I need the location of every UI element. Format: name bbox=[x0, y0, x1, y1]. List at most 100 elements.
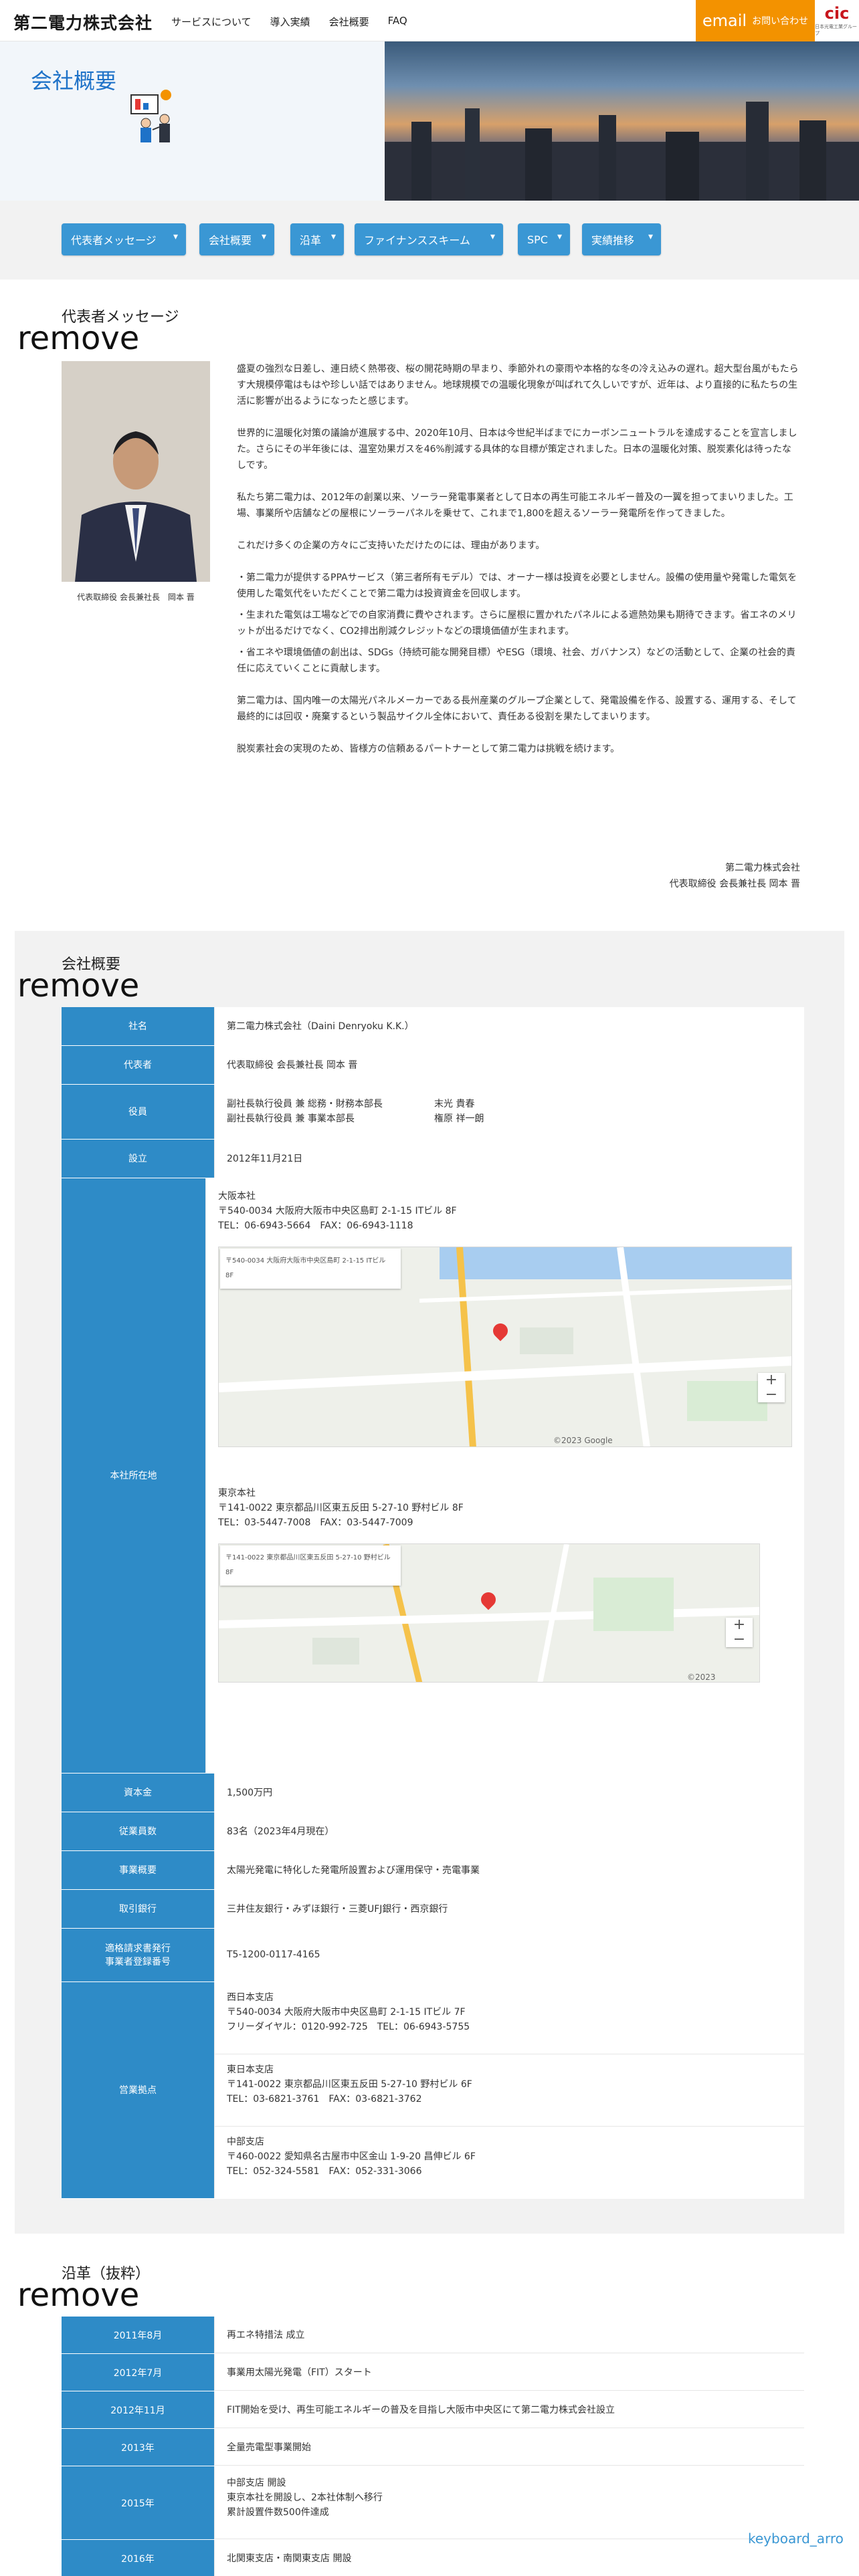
officer-line: 副社長執行役員 兼 総務・財務本部長 末光 貴春 bbox=[227, 1097, 792, 1111]
page-title: 会社概要 bbox=[31, 68, 117, 94]
message-paragraph: 世界的に温暖化対策の議論が進展する中、2020年10月、日本は今世紀半ばまでにカ… bbox=[237, 428, 797, 471]
site-header: 第二電力株式会社 サービスについて 導入実績 会社概要 FAQ email お問… bbox=[0, 0, 859, 41]
tokyo-tel: TEL：03-5447-7008 FAX：03-5447-7009 bbox=[218, 1517, 413, 1528]
row-label: 営業拠点 bbox=[62, 1982, 214, 2198]
history-heading-en: remove bbox=[17, 2276, 140, 2314]
chevron-down-icon: ▾ bbox=[648, 231, 653, 242]
cic-logo[interactable]: cic 日本光電工業グループ bbox=[815, 0, 859, 41]
history-date: 2012年7月 bbox=[62, 2354, 214, 2391]
company-table: 社名 第二電力株式会社（Daini Denryoku K.K.） 代表者 代表取… bbox=[62, 1007, 804, 2199]
row-value: T5-1200-0117-4165 bbox=[214, 1929, 804, 1981]
history-date: 2015年 bbox=[62, 2466, 214, 2539]
row-label: 代表者 bbox=[62, 1046, 214, 1084]
branch-title: 東日本支店 bbox=[227, 2064, 274, 2075]
contact-label: お問い合わせ bbox=[752, 16, 809, 27]
osaka-title: 大阪本社 bbox=[218, 1191, 256, 1202]
tab-history[interactable]: 沿革 ▾ bbox=[290, 223, 344, 255]
ceo-photo bbox=[62, 361, 210, 582]
nav-company[interactable]: 会社概要 bbox=[329, 15, 369, 29]
nav-services[interactable]: サービスについて bbox=[171, 15, 252, 29]
map-place-card[interactable]: 〒141-0022 東京都品川区東五反田 5-27-10 野村ビル 8F bbox=[220, 1545, 401, 1586]
back-to-top-button[interactable]: keyboard_arro bbox=[748, 2531, 844, 2547]
city-skyline-image bbox=[385, 102, 859, 201]
history-line: 東京本社を開設し、2本社体制へ移行 bbox=[227, 2492, 383, 2503]
chevron-down-icon: ▾ bbox=[173, 231, 178, 242]
branch-west: 西日本支店 〒540-0034 大阪府大阪市中央区島町 2-1-15 ITビル … bbox=[215, 1982, 804, 2054]
chevron-down-icon: ▾ bbox=[490, 231, 495, 242]
map-zoom-controls[interactable]: + − bbox=[758, 1373, 785, 1402]
map-attribution: ©2023 bbox=[687, 1673, 716, 1682]
history-date: 2013年 bbox=[62, 2429, 214, 2466]
zoom-out-button[interactable]: − bbox=[758, 1388, 785, 1402]
history-line: 中部支店 開設 bbox=[227, 2478, 286, 2488]
table-row: 2012年11月 FIT開始を受け、再生可能エネルギーの普及を目指し大阪市中央区… bbox=[62, 2391, 804, 2429]
table-row: 2013年 全量売電型事業開始 bbox=[62, 2429, 804, 2466]
branch-title: 西日本支店 bbox=[227, 1992, 274, 2003]
table-row: 従業員数 83名（2023年4月現在） bbox=[62, 1812, 804, 1851]
tab-message[interactable]: 代表者メッセージ ▾ bbox=[62, 223, 186, 255]
tab-spc[interactable]: SPC ▾ bbox=[518, 223, 570, 255]
osaka-map[interactable]: 〒540-0034 大阪府大阪市中央区島町 2-1-15 ITビル 8F + − … bbox=[218, 1247, 792, 1447]
tab-label: 代表者メッセージ bbox=[71, 234, 157, 247]
chevron-down-icon: ▾ bbox=[261, 231, 266, 242]
message-signature: 第二電力株式会社 代表取締役 会長兼社長 岡本 晋 bbox=[670, 860, 800, 892]
map-place-card[interactable]: 〒540-0034 大阪府大阪市中央区島町 2-1-15 ITビル 8F bbox=[220, 1249, 401, 1289]
signature-company: 第二電力株式会社 bbox=[725, 863, 800, 873]
row-value: 太陽光発電に特化した発電所設置および運用保守・売電事業 bbox=[214, 1851, 804, 1889]
table-row: 2015年 中部支店 開設 東京本社を開設し、2本社体制へ移行 累計設置件数50… bbox=[62, 2466, 804, 2540]
contact-button[interactable]: email お問い合わせ bbox=[696, 0, 815, 41]
nav-cases[interactable]: 導入実績 bbox=[270, 15, 310, 29]
table-row: 2011年8月 再エネ特措法 成立 bbox=[62, 2317, 804, 2354]
row-value: 83名（2023年4月現在） bbox=[214, 1812, 804, 1850]
message-paragraph: 私たち第二電力は、2012年の創業以来、ソーラー発電事業者として日本の再生可能エ… bbox=[237, 492, 793, 519]
tab-finance[interactable]: ファイナンススキーム ▾ bbox=[355, 223, 503, 255]
tokyo-map[interactable]: 〒141-0022 東京都品川区東五反田 5-27-10 野村ビル 8F + − … bbox=[218, 1543, 760, 1683]
map-attribution: ©2023 Google bbox=[553, 1436, 613, 1445]
hero-city-photo bbox=[385, 41, 859, 201]
row-label: 適格請求書発行 事業者登録番号 bbox=[62, 1929, 214, 1981]
tab-label: 会社概要 bbox=[209, 234, 252, 247]
tab-label: ファイナンススキーム bbox=[364, 234, 470, 247]
signature-name: 代表取締役 会長兼社長 岡本 晋 bbox=[669, 879, 800, 889]
table-row: 営業拠点 西日本支店 〒540-0034 大阪府大阪市中央区島町 2-1-15 … bbox=[62, 1982, 804, 2199]
message-paragraph: ・第二電力が提供するPPAサービス（第三者所有モデル）では、オーナー様は投資を必… bbox=[237, 572, 797, 599]
history-event: 事業用太陽光発電（FIT）スタート bbox=[214, 2354, 804, 2391]
history-event: FIT開始を受け、再生可能エネルギーの普及を目指し大阪市中央区にて第二電力株式会… bbox=[214, 2391, 804, 2428]
message-paragraph: 脱炭素社会の実現のため、皆様方の信頼あるパートナーとして第二電力は挑戦を続けます… bbox=[237, 744, 620, 754]
officer-title: 副社長執行役員 兼 事業本部長 bbox=[227, 1113, 355, 1124]
global-nav: サービスについて 導入実績 会社概要 FAQ bbox=[171, 15, 407, 29]
tab-overview[interactable]: 会社概要 ▾ bbox=[199, 223, 274, 255]
osaka-tel: TEL：06-6943-5664 FAX：06-6943-1118 bbox=[218, 1220, 413, 1231]
overview-heading-en: remove bbox=[17, 967, 140, 1004]
message-paragraph: 盛夏の強烈な日差し、連日続く熱帯夜、桜の開花時期の早まり、季節外れの豪雨や本格的… bbox=[237, 364, 799, 407]
row-label: 役員 bbox=[62, 1085, 214, 1139]
row-label: 取引銀行 bbox=[62, 1890, 214, 1928]
chevron-down-icon: ▾ bbox=[330, 231, 336, 242]
history-event: 再エネ特措法 成立 bbox=[214, 2317, 804, 2353]
tab-label: 沿革 bbox=[300, 234, 322, 247]
zoom-in-button[interactable]: + bbox=[758, 1373, 785, 1388]
zoom-out-button[interactable]: − bbox=[726, 1632, 753, 1647]
tab-results[interactable]: 実績推移 ▾ bbox=[582, 223, 661, 255]
site-logo[interactable]: 第二電力株式会社 bbox=[13, 10, 153, 34]
branch-address: 〒460-0022 愛知県名古屋市中区金山 1-9-20 昌伸ビル 6F bbox=[227, 2151, 476, 2162]
table-row: 資本金 1,500万円 bbox=[62, 1774, 804, 1812]
zoom-in-button[interactable]: + bbox=[726, 1618, 753, 1632]
cic-sub: 日本光電工業グループ bbox=[815, 23, 857, 36]
row-value: 三井住友銀行・みずほ銀行・三菱UFJ銀行・西京銀行 bbox=[214, 1890, 804, 1928]
message-paragraph: これだけ多くの企業の方々にご支持いただけたのには、理由があります。 bbox=[237, 540, 545, 551]
table-row: 2016年 北関東支店・南関東支店 開設 bbox=[62, 2540, 804, 2576]
row-label: 従業員数 bbox=[62, 1812, 214, 1850]
row-value: 西日本支店 〒540-0034 大阪府大阪市中央区島町 2-1-15 ITビル … bbox=[214, 1982, 804, 2198]
history-line: 累計設置件数500件達成 bbox=[227, 2507, 329, 2518]
history-event: 中部支店 開設 東京本社を開設し、2本社体制へ移行 累計設置件数500件達成 bbox=[214, 2466, 804, 2539]
table-row: 社名 第二電力株式会社（Daini Denryoku K.K.） bbox=[62, 1007, 804, 1046]
officer-name: 末光 貴春 bbox=[434, 1099, 475, 1109]
tab-label: 実績推移 bbox=[591, 234, 635, 247]
officer-line: 副社長執行役員 兼 事業本部長 権原 祥一朗 bbox=[227, 1111, 792, 1126]
osaka-address: 〒540-0034 大阪府大阪市中央区島町 2-1-15 ITビル 8F bbox=[218, 1206, 457, 1216]
branch-title: 中部支店 bbox=[227, 2137, 264, 2147]
branch-tel: TEL：03-6821-3761 FAX：03-6821-3762 bbox=[227, 2094, 422, 2105]
nav-faq[interactable]: FAQ bbox=[388, 15, 407, 29]
map-zoom-controls[interactable]: + − bbox=[726, 1618, 753, 1647]
